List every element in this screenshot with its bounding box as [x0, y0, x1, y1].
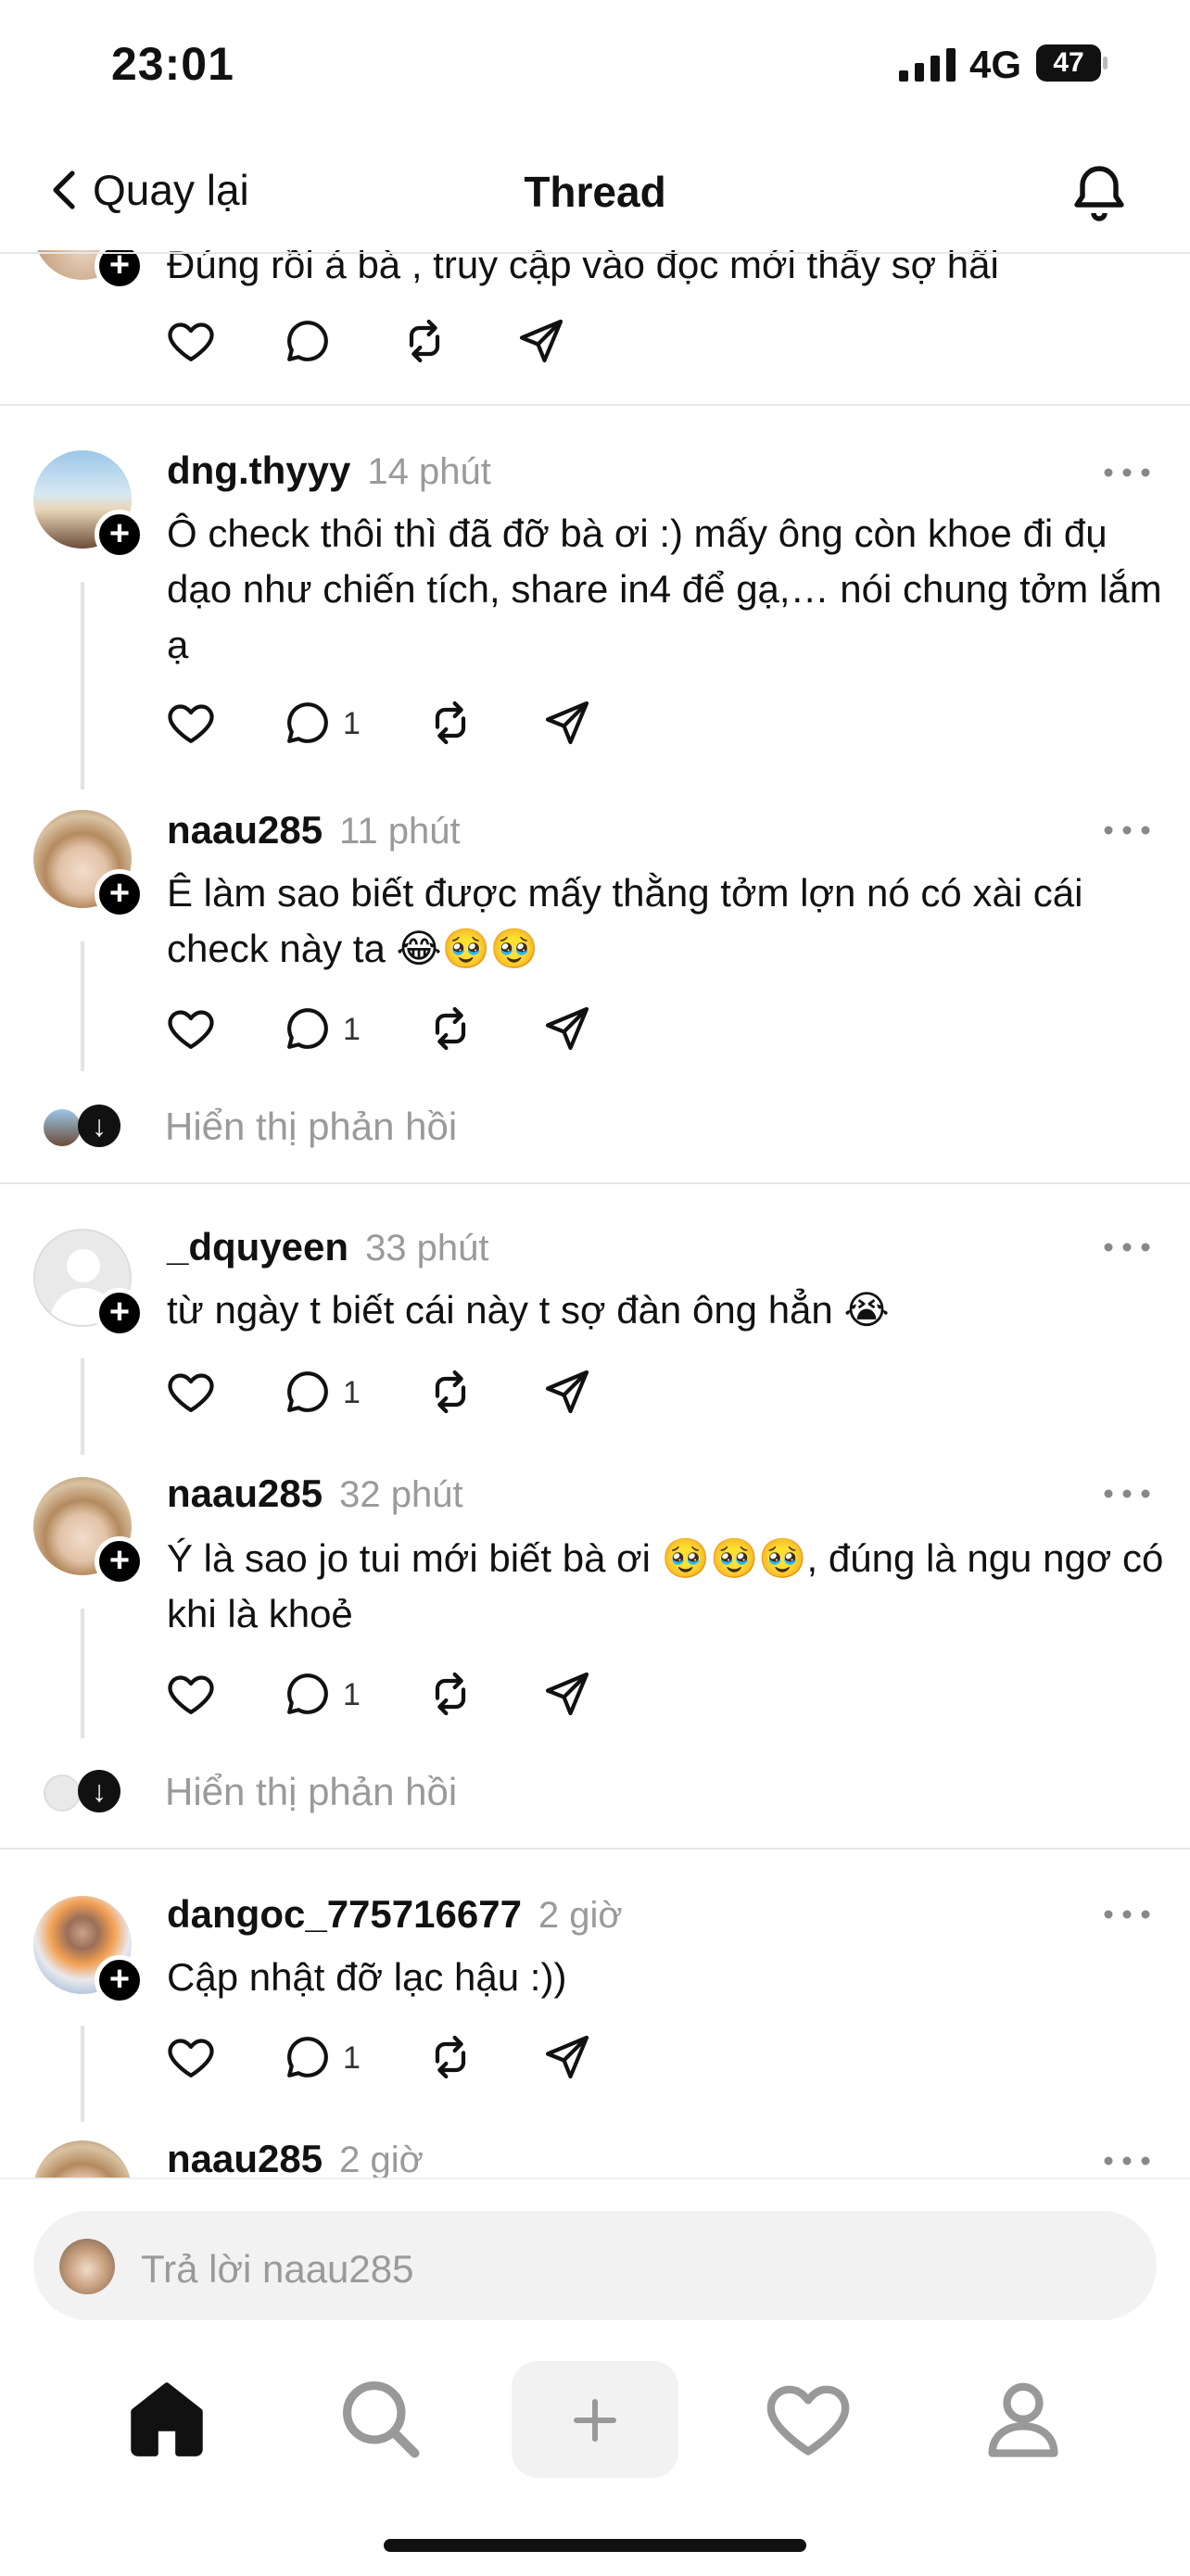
- share-icon[interactable]: [541, 1668, 593, 1720]
- comment-icon[interactable]: [282, 697, 334, 749]
- heart-icon[interactable]: [165, 697, 217, 749]
- comment-text: Cập nhật đỡ lạc hậu :)): [167, 1955, 567, 1999]
- username[interactable]: naau285: [167, 808, 323, 852]
- repost-icon[interactable]: [424, 1366, 476, 1418]
- signal-icon: [899, 48, 956, 82]
- thread-line: [81, 1609, 84, 1738]
- battery-icon: 47: [1036, 44, 1108, 82]
- reply-count: 1: [343, 1375, 361, 1410]
- thread-line: [81, 941, 84, 1071]
- timestamp: 11 phút: [339, 811, 461, 852]
- page-title: Thread: [524, 168, 666, 216]
- repost-icon[interactable]: [424, 697, 476, 749]
- timestamp: 2 giờ: [538, 1895, 623, 1936]
- home-icon[interactable]: [120, 2372, 213, 2465]
- share-icon[interactable]: [515, 315, 567, 367]
- timestamp: 14 phút: [367, 451, 491, 492]
- heart-icon[interactable]: [165, 1003, 217, 1054]
- comment-icon[interactable]: [282, 315, 334, 367]
- username[interactable]: _dquyeen: [167, 1225, 348, 1269]
- more-icon[interactable]: [1101, 2152, 1153, 2170]
- follow-plus-icon[interactable]: +: [95, 1955, 145, 2005]
- heart-icon[interactable]: [165, 315, 217, 367]
- share-icon[interactable]: [541, 1366, 593, 1418]
- comment-text: Ý là sao jo tui mới biết bà ơi 🥹🥹🥹, đúng…: [167, 1536, 1164, 1635]
- comment-text: Ê làm sao biết được mấy thằng tởm lợn nó…: [167, 871, 1083, 970]
- thread-line: [81, 2026, 84, 2122]
- network-label: 4G: [969, 43, 1022, 86]
- reply-count: 1: [343, 706, 361, 741]
- heart-icon[interactable]: [165, 1668, 217, 1720]
- more-icon[interactable]: [1101, 1238, 1153, 1256]
- share-icon[interactable]: [541, 2031, 593, 2083]
- heart-icon[interactable]: [165, 2031, 217, 2083]
- battery-level: 47: [1036, 44, 1101, 82]
- heart-tab-icon[interactable]: [762, 2372, 855, 2465]
- search-icon[interactable]: [334, 2372, 426, 2465]
- repost-icon[interactable]: [399, 315, 450, 367]
- timestamp: 33 phút: [365, 1228, 489, 1269]
- repost-icon[interactable]: [424, 2031, 476, 2083]
- arrow-down-icon: ↓: [78, 1770, 120, 1812]
- comment-icon[interactable]: [282, 1366, 334, 1418]
- follow-plus-icon[interactable]: +: [95, 510, 145, 560]
- more-icon[interactable]: [1101, 1905, 1153, 1924]
- show-replies-link[interactable]: Hiển thị phản hồi: [165, 1770, 457, 1814]
- repost-icon[interactable]: [424, 1668, 476, 1720]
- share-icon[interactable]: [541, 697, 593, 749]
- username[interactable]: dangoc_775716677: [167, 1892, 522, 1937]
- reply-count: 1: [343, 2040, 361, 2076]
- comment-icon[interactable]: [282, 1003, 334, 1054]
- follow-plus-icon[interactable]: +: [95, 1288, 145, 1338]
- comment-icon[interactable]: [282, 1668, 334, 1720]
- plus-icon: [574, 2399, 616, 2442]
- timestamp: 32 phút: [339, 1474, 463, 1515]
- profile-icon[interactable]: [977, 2372, 1070, 2465]
- bell-icon[interactable]: [1066, 158, 1133, 224]
- thread-line: [81, 1358, 84, 1455]
- share-icon[interactable]: [541, 1003, 593, 1054]
- heart-icon[interactable]: [165, 1366, 217, 1418]
- arrow-down-icon: ↓: [78, 1105, 120, 1147]
- repost-icon[interactable]: [424, 1003, 476, 1054]
- status-time: 23:01: [111, 38, 234, 90]
- comment-text: Ô check thôi thì đã đỡ bà ơi :) mấy ông …: [167, 511, 1162, 666]
- follow-plus-icon[interactable]: +: [95, 869, 145, 919]
- more-icon[interactable]: [1101, 821, 1153, 840]
- follow-plus-icon[interactable]: +: [95, 1536, 145, 1586]
- home-indicator: [384, 2539, 806, 2552]
- show-replies-link[interactable]: Hiển thị phản hồi: [165, 1105, 457, 1149]
- more-icon[interactable]: [1101, 1484, 1153, 1503]
- username[interactable]: dng.thyyy: [167, 448, 350, 493]
- current-user-avatar: [59, 2239, 115, 2294]
- comment-icon[interactable]: [282, 2031, 334, 2083]
- timestamp: 2 giờ: [339, 2140, 424, 2180]
- reply-count: 1: [343, 1012, 361, 1047]
- reply-count: 1: [343, 1677, 361, 1712]
- thread-line: [81, 582, 84, 789]
- comment-text: từ ngày t biết cái này t sợ đàn ông hẳn …: [167, 1288, 890, 1332]
- username[interactable]: naau285: [167, 1471, 323, 1516]
- username[interactable]: naau285: [167, 2137, 323, 2181]
- reply-input[interactable]: [139, 2242, 1070, 2296]
- more-icon[interactable]: [1101, 463, 1153, 482]
